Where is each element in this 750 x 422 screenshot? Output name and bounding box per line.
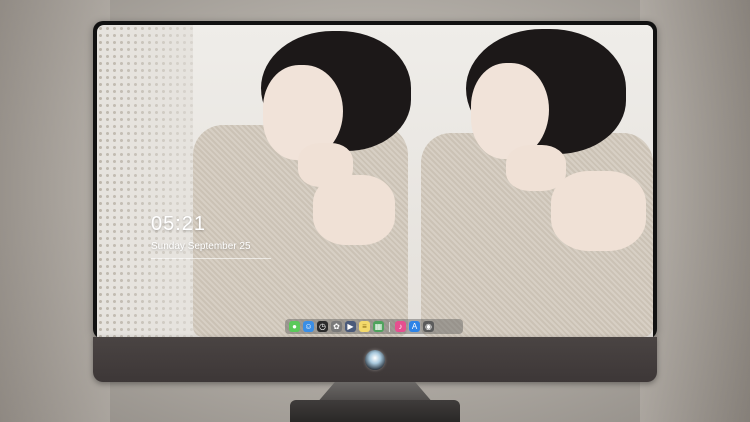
brand-logo-icon [365, 350, 385, 370]
photos-icon[interactable]: ✿ [331, 321, 342, 332]
desktop-screen[interactable]: 05:21 Sunday September 25 ● ☺ ◷ ✿ ▶ ≡ ▦ … [97, 25, 653, 337]
wallpaper-halftone-pattern [97, 25, 197, 337]
notes-icon[interactable]: ≡ [359, 321, 370, 332]
wallpaper-portrait-left [193, 25, 421, 337]
neck-right [506, 145, 566, 191]
dock: ● ☺ ◷ ✿ ▶ ≡ ▦ ♪ A ◉ [285, 319, 463, 334]
monitor: 05:21 Sunday September 25 ● ☺ ◷ ✿ ▶ ≡ ▦ … [93, 21, 657, 382]
clock-date: Sunday September 25 [151, 241, 251, 252]
neck-left [298, 143, 353, 187]
wallpaper-portrait-right [421, 25, 653, 337]
finder-icon[interactable]: ☺ [303, 321, 314, 332]
video-icon[interactable]: ▶ [345, 321, 356, 332]
monitor-bezel: 05:21 Sunday September 25 ● ☺ ◷ ✿ ▶ ≡ ▦ … [93, 21, 657, 339]
monitor-chin [93, 337, 657, 382]
shoulder-right [551, 171, 646, 251]
clock-time: 05:21 [151, 213, 207, 235]
clock-divider [151, 258, 271, 259]
music-icon[interactable]: ♪ [395, 321, 406, 332]
dock-separator [389, 321, 390, 332]
clock-icon[interactable]: ◷ [317, 321, 328, 332]
preview-icon[interactable]: ▦ [373, 321, 384, 332]
messages-icon[interactable]: ● [289, 321, 300, 332]
app-store-icon[interactable]: A [409, 321, 420, 332]
camera-icon[interactable]: ◉ [423, 321, 434, 332]
monitor-stand-base [290, 400, 460, 422]
